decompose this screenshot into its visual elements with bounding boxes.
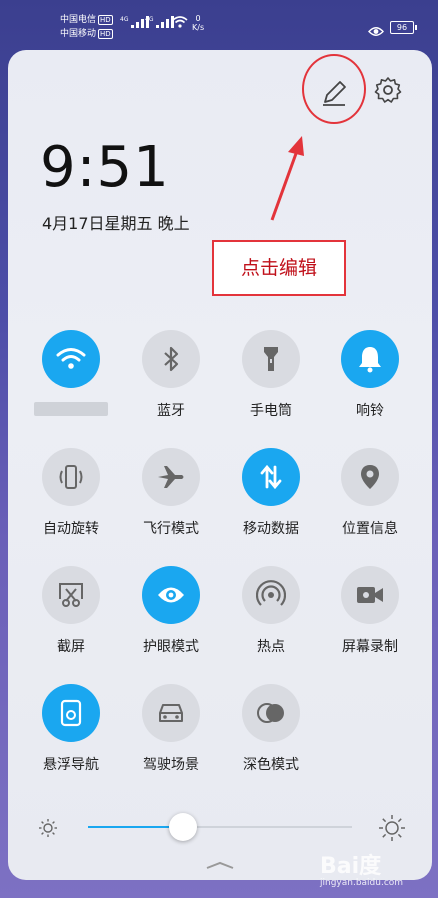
carrier-1: 中国电信 HD bbox=[60, 14, 113, 25]
brightness-slider[interactable] bbox=[88, 813, 352, 841]
bell-icon bbox=[341, 330, 399, 388]
tile-label: 悬浮导航 bbox=[43, 757, 99, 773]
car-icon bbox=[142, 684, 200, 742]
gear-icon bbox=[374, 77, 402, 103]
tile-label: 手电筒 bbox=[250, 403, 292, 419]
quick-tile-bell[interactable]: 响铃 bbox=[325, 330, 415, 420]
brightness-high-icon bbox=[379, 815, 405, 841]
clock-time: 9:51 bbox=[40, 135, 170, 200]
eye-comfort-status-icon bbox=[368, 22, 384, 41]
mobile-data-icon bbox=[242, 448, 300, 506]
watermark: Bai度 jingyan.baidu.com bbox=[320, 854, 404, 888]
tile-label: 护眼模式 bbox=[143, 639, 199, 655]
quick-tile-floating-nav[interactable]: 悬浮导航 bbox=[26, 684, 116, 774]
quick-tile-dark-mode[interactable]: 深色模式 bbox=[226, 684, 316, 774]
tile-label: 屏幕录制 bbox=[342, 639, 398, 655]
carrier-2: 中国移动 HD bbox=[60, 28, 113, 39]
settings-button[interactable] bbox=[372, 74, 404, 106]
quick-tile-hotspot[interactable]: 热点 bbox=[226, 566, 316, 656]
status-bar: 中国电信 HD 中国移动 HD 4G 4G 0 K/s 96 bbox=[0, 0, 438, 46]
tile-label: 自动旋转 bbox=[43, 521, 99, 537]
bluetooth-icon bbox=[142, 330, 200, 388]
pencil-icon bbox=[323, 81, 346, 106]
quick-tile-eye-comfort[interactable]: 护眼模式 bbox=[126, 566, 216, 656]
annotation-callout: 点击编辑 bbox=[212, 240, 346, 296]
location-icon bbox=[341, 448, 399, 506]
quick-tile-screen-record[interactable]: 屏幕录制 bbox=[325, 566, 415, 656]
network-speed: 0 K/s bbox=[192, 14, 205, 32]
quick-tile-airplane[interactable]: 飞行模式 bbox=[126, 448, 216, 538]
wifi-status-icon bbox=[172, 15, 188, 31]
quick-tile-bluetooth[interactable]: 蓝牙 bbox=[126, 330, 216, 420]
clock-date: 4月17日星期五 晚上 bbox=[42, 214, 190, 233]
airplane-icon bbox=[142, 448, 200, 506]
collapse-handle-icon[interactable] bbox=[205, 860, 235, 870]
tile-label: 蓝牙 bbox=[157, 403, 185, 419]
rotate-icon bbox=[42, 448, 100, 506]
flashlight-icon bbox=[242, 330, 300, 388]
floating-nav-icon bbox=[42, 684, 100, 742]
screen-record-icon bbox=[341, 566, 399, 624]
quick-tile-screenshot[interactable]: 截屏 bbox=[26, 566, 116, 656]
tile-label: 移动数据 bbox=[243, 521, 299, 537]
tile-label: 截屏 bbox=[57, 639, 85, 655]
quick-tile-car[interactable]: 驾驶场景 bbox=[126, 684, 216, 774]
wifi-icon bbox=[42, 330, 100, 388]
dark-mode-icon bbox=[242, 684, 300, 742]
tile-label: 驾驶场景 bbox=[143, 757, 199, 773]
signal-icon-2: 4G bbox=[145, 16, 175, 31]
brightness-low-icon bbox=[39, 819, 57, 837]
quick-tile-wifi[interactable] bbox=[26, 330, 116, 420]
edit-button[interactable] bbox=[313, 72, 353, 112]
brightness-thumb[interactable] bbox=[169, 813, 198, 841]
screenshot-icon bbox=[42, 566, 100, 624]
tile-label: 飞行模式 bbox=[143, 521, 199, 537]
quick-tile-location[interactable]: 位置信息 bbox=[325, 448, 415, 538]
quick-tile-rotate[interactable]: 自动旋转 bbox=[26, 448, 116, 538]
quick-tile-mobile-data[interactable]: 移动数据 bbox=[226, 448, 316, 538]
wifi-name-redacted bbox=[34, 402, 108, 416]
tile-label: 深色模式 bbox=[243, 757, 299, 773]
eye-comfort-icon bbox=[142, 566, 200, 624]
hotspot-icon bbox=[242, 566, 300, 624]
quick-tile-flashlight[interactable]: 手电筒 bbox=[226, 330, 316, 420]
tile-label: 响铃 bbox=[356, 403, 384, 419]
tile-label: 热点 bbox=[257, 639, 285, 655]
annotation-arrow bbox=[270, 136, 304, 221]
tile-label: 位置信息 bbox=[342, 521, 398, 537]
battery-indicator: 96 bbox=[390, 21, 417, 34]
